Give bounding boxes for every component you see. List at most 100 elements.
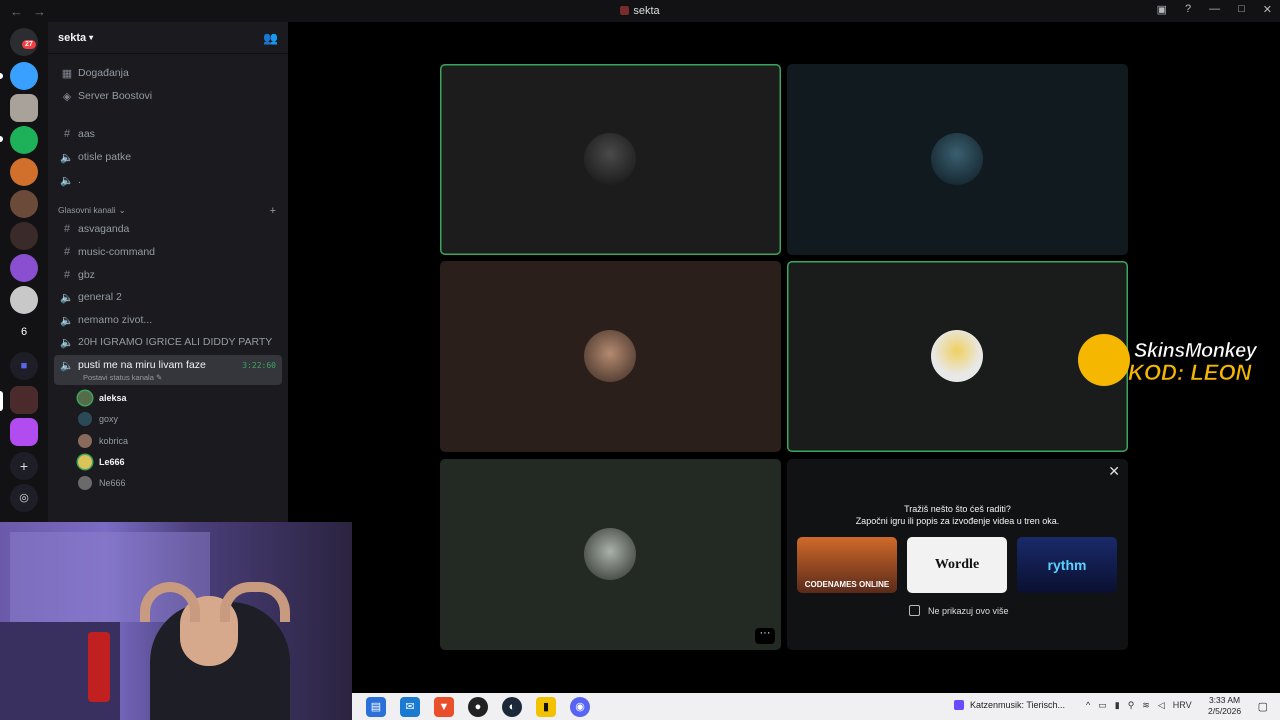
invite-icon[interactable]: 👥 <box>263 31 278 45</box>
events-item[interactable]: ▦ Događanja <box>54 63 282 83</box>
hash-icon: # <box>63 269 71 281</box>
dont-show-again-checkbox[interactable]: Ne prikazuj ovo više <box>909 605 1009 616</box>
chevron-up-icon[interactable]: ^ <box>1086 700 1090 711</box>
speaker-icon: 🔈 <box>60 151 74 164</box>
set-channel-status[interactable]: Postavi status kanala ✎ <box>83 373 162 382</box>
outlook-icon[interactable]: ✉ <box>400 696 420 717</box>
steam-icon[interactable]: ◐ <box>502 696 522 717</box>
obs-icon[interactable]: ● <box>468 696 488 717</box>
video-tile-kobrica[interactable] <box>440 261 781 452</box>
avatar <box>931 330 983 382</box>
volume-icon[interactable]: ◁ <box>1158 700 1165 711</box>
media-widget[interactable]: Katzenmusik: Tierisch... <box>954 700 1065 710</box>
network-icon[interactable]: ▭ <box>1098 700 1107 711</box>
avatar <box>584 528 636 580</box>
hash-icon: # <box>63 128 71 140</box>
window-controls: ▣ ? — □ ✕ <box>1157 3 1272 16</box>
avatar <box>584 330 636 382</box>
clock[interactable]: 3:33 AM 2/5/2026 <box>1208 695 1241 717</box>
avatar <box>78 476 92 490</box>
help-icon[interactable]: ? <box>1185 3 1191 16</box>
monkey-logo-icon <box>1078 334 1130 386</box>
activity-prompt: ✕ Tražiš nešto što ćeš raditi? Započni i… <box>787 459 1128 650</box>
arm-right <box>220 582 290 622</box>
video-tile-goxy[interactable] <box>787 64 1128 255</box>
voice-user[interactable]: kobrica <box>78 433 128 449</box>
close-icon[interactable]: ✕ <box>1263 3 1272 16</box>
sponsor-overlay: SkinsMonkey KOD: LEON <box>1076 332 1276 388</box>
unread-pill <box>0 73 3 79</box>
channel-general-2[interactable]: 🔈 general 2 <box>54 287 282 307</box>
hash-icon: # <box>63 246 71 258</box>
channel-nemamo-zivot[interactable]: 🔈 nemamo zivot... <box>54 310 282 330</box>
channel-otisle-patke[interactable]: 🔈 otisle patke <box>54 147 282 167</box>
server-icon-stone[interactable] <box>10 94 38 122</box>
channel-dot[interactable]: 🔈. <box>54 170 282 190</box>
prompt-title: Tražiš nešto što ćeš raditi? <box>904 504 1011 514</box>
channel-aas[interactable]: # aas <box>54 124 282 144</box>
brave-icon[interactable]: ▼ <box>434 696 454 717</box>
server-header[interactable]: sekta ▾ 👥 <box>48 22 288 54</box>
minimize-icon[interactable]: — <box>1209 3 1220 16</box>
voice-user[interactable]: Le666 <box>78 454 125 470</box>
channel-music-command[interactable]: # music-command <box>54 242 282 262</box>
voice-user[interactable]: Ne666 <box>78 475 126 491</box>
taskbar: ▤ ✉ ▼ ● ◐ ▮ ◉ Katzenmusik: Tierisch... ^… <box>352 693 1280 720</box>
sponsor-code: KOD: LEON <box>1128 360 1252 386</box>
system-tray: ^ ▭ ▮ ⚲ ≋ ◁ HRV <box>1086 700 1192 711</box>
activity-card-codenames[interactable]: CODENAMES ONLINE <box>797 537 897 593</box>
maximize-icon[interactable]: □ <box>1238 3 1245 16</box>
server-rail: 27 6 ■ + ◎ <box>0 22 48 522</box>
checkbox-icon <box>909 605 920 616</box>
server-icon-green[interactable] <box>10 126 38 154</box>
channel-asvaganda[interactable]: # asvaganda <box>54 219 282 239</box>
server-icon-number[interactable]: 6 <box>10 318 38 346</box>
app-icon[interactable]: ▮ <box>536 696 556 717</box>
title-bar: ← → sekta ▣ ? — □ ✕ <box>0 0 1280 22</box>
music-icon <box>954 700 964 710</box>
activity-card-rythm[interactable]: rythm <box>1017 537 1117 593</box>
server-icon-anime[interactable] <box>10 286 38 314</box>
avatar <box>78 434 92 448</box>
screen-icon[interactable]: ▣ <box>1157 3 1167 16</box>
more-options-icon[interactable]: ··· <box>755 628 775 644</box>
server-icon-face[interactable] <box>10 190 38 218</box>
notification-icon[interactable]: ▢ <box>1258 700 1268 713</box>
language-indicator[interactable]: HRV <box>1173 700 1192 711</box>
server-icon-purple[interactable] <box>10 254 38 282</box>
channel-active-voice[interactable]: 🔈 pusti me na miru livam faze Postavi st… <box>54 355 282 385</box>
channel-gbz[interactable]: # gbz <box>54 265 282 285</box>
unread-pill <box>0 136 3 142</box>
wifi-icon[interactable]: ≋ <box>1142 700 1150 711</box>
add-server-icon[interactable]: + <box>10 452 38 480</box>
avatar <box>78 391 92 405</box>
server-icon-orange[interactable] <box>10 158 38 186</box>
boosts-item[interactable]: ◈ Server Boostovi <box>54 86 282 106</box>
server-icon-dark[interactable] <box>10 222 38 250</box>
server-icon-sekta[interactable] <box>10 386 38 414</box>
prompt-subtitle: Započni igru ili popis za izvođenje vide… <box>855 516 1060 526</box>
server-logo-icon <box>620 6 630 15</box>
speaker-icon: 🔈 <box>60 336 74 349</box>
chevron-down-icon: ▾ <box>89 33 94 42</box>
usb-icon[interactable]: ⚲ <box>1128 700 1135 711</box>
server-icon-gem[interactable] <box>10 418 38 446</box>
explorer-icon[interactable]: ▤ <box>366 696 386 717</box>
video-tile-aleksa[interactable] <box>440 64 781 255</box>
avatar <box>931 133 983 185</box>
discord-icon[interactable]: ◉ <box>570 696 590 717</box>
explore-icon[interactable]: ◎ <box>10 484 38 512</box>
server-icon-smiley[interactable] <box>10 62 38 90</box>
category-voice-channels[interactable]: Glasovni kanali ⌄ + <box>58 205 276 217</box>
voice-user[interactable]: aleksa <box>78 390 127 406</box>
folder-icon[interactable]: ■ <box>10 352 38 380</box>
activity-card-wordle[interactable]: Wordle <box>907 537 1007 593</box>
voice-user[interactable]: goxy <box>78 411 118 427</box>
calendar-icon: ▦ <box>61 67 73 80</box>
add-channel-icon[interactable]: + <box>270 205 276 217</box>
boost-icon: ◈ <box>62 90 72 103</box>
mic-icon[interactable]: ▮ <box>1115 700 1120 711</box>
video-tile-ne666[interactable]: ··· <box>440 459 781 650</box>
close-icon[interactable]: ✕ <box>1108 463 1120 480</box>
channel-diddy-party[interactable]: 🔈 20H IGRAMO IGRICE ALI DIDDY PARTY <box>54 332 282 352</box>
